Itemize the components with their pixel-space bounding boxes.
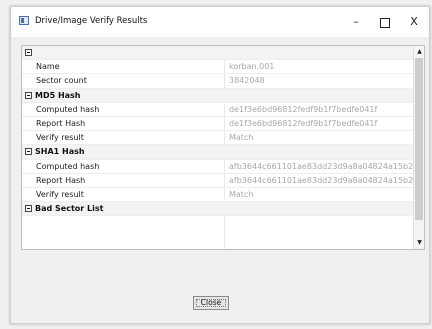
collapse-icon[interactable] <box>25 148 32 156</box>
category-label: MD5 Hash <box>35 90 81 100</box>
property-row[interactable]: Sector count 3842048 <box>22 74 414 89</box>
scroll-down-arrow-icon[interactable]: ▼ <box>415 238 424 248</box>
property-value: afb3644c661101ae83dd23d9a8a04824a15b2eae <box>229 175 425 185</box>
property-name: Computed hash <box>36 161 100 171</box>
property-value: 3842048 <box>229 76 265 86</box>
property-value: Match <box>229 133 254 143</box>
property-name: Verify result <box>36 133 84 143</box>
property-row[interactable]: Verify result Match <box>22 188 414 203</box>
close-window-button[interactable]: X <box>404 13 424 31</box>
category-label: Bad Sector List <box>35 204 104 214</box>
scroll-up-arrow-icon[interactable]: ▲ <box>415 47 424 57</box>
property-name: Name <box>36 62 60 72</box>
category-row-sha1-hash[interactable]: SHA1 Hash <box>22 145 414 160</box>
property-row[interactable]: Verify result Match <box>22 131 414 146</box>
close-button[interactable]: Close <box>193 296 229 310</box>
property-value: de1f3e6bd96812fedf9b1f7bedfe041f <box>229 118 378 128</box>
category-label: SHA1 Hash <box>35 147 85 157</box>
property-row[interactable]: Computed hash de1f3e6bd96812fedf9b1f7bed… <box>22 103 414 117</box>
window-title: Drive/Image Verify Results <box>35 16 148 26</box>
property-value: afb3644c661101ae83dd23d9a8a04824a15b2eae <box>229 161 425 171</box>
property-value: de1f3e6bd96812fedf9b1f7bedfe041f <box>229 104 378 114</box>
property-row[interactable]: Report Hash afb3644c661101ae83dd23d9a8a0… <box>22 174 424 188</box>
category-row-bad-sector-list[interactable]: Bad Sector List <box>22 202 414 217</box>
property-row[interactable]: Report Hash de1f3e6bd96812fedf9b1f7bedfe… <box>22 117 414 132</box>
category-row-md5-hash[interactable]: MD5 Hash <box>22 88 414 103</box>
collapse-icon[interactable] <box>25 49 32 56</box>
property-value: korban.001 <box>229 62 275 72</box>
app-window-icon <box>19 16 29 25</box>
property-name: Computed hash <box>36 104 100 114</box>
maximize-button[interactable] <box>375 13 395 31</box>
vertical-scrollbar[interactable]: ▲ ▼ <box>413 46 424 249</box>
property-name: Verify result <box>36 189 84 199</box>
property-rows: Name korban.001 Sector count 3842048 MD5… <box>22 46 424 217</box>
category-row-general[interactable] <box>22 46 414 61</box>
collapse-icon[interactable] <box>25 91 32 99</box>
scrollbar-thumb[interactable] <box>415 58 423 220</box>
property-row[interactable]: Name korban.001 <box>22 60 414 75</box>
verify-results-dialog: Drive/Image Verify Results – X Name korb… <box>10 6 430 324</box>
maximize-icon <box>380 18 390 28</box>
minimize-button[interactable]: – <box>346 13 366 31</box>
property-grid[interactable]: Name korban.001 Sector count 3842048 MD5… <box>21 45 425 250</box>
property-name: Report Hash <box>36 175 86 185</box>
property-name: Report Hash <box>36 118 86 128</box>
title-bar[interactable]: Drive/Image Verify Results – X <box>11 7 429 37</box>
property-value: Match <box>229 189 254 199</box>
collapse-icon[interactable] <box>25 205 32 213</box>
property-row[interactable]: Computed hash afb3644c661101ae83dd23d9a8… <box>22 160 424 174</box>
property-name: Sector count <box>36 76 87 86</box>
